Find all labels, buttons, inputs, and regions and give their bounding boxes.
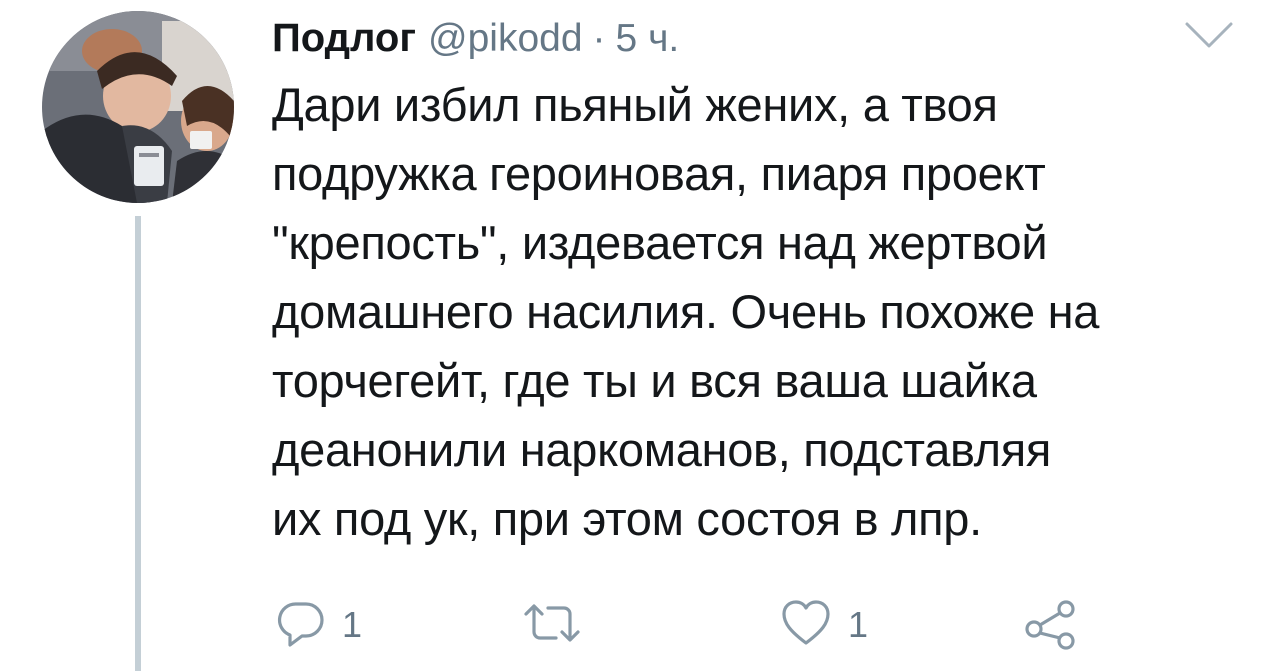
- heart-icon: [780, 598, 832, 653]
- share-button[interactable]: [1022, 590, 1078, 660]
- user-handle[interactable]: @pikodd: [428, 9, 583, 69]
- reply-button[interactable]: 1: [276, 590, 362, 660]
- tweet-header: Подлог @pikodd · 5 ч.: [272, 8, 679, 68]
- like-count: 1: [848, 604, 869, 645]
- reply-count: 1: [342, 604, 363, 645]
- separator-dot: ·: [592, 17, 606, 60]
- avatar[interactable]: [42, 11, 234, 203]
- retweet-icon: [522, 598, 582, 653]
- like-button[interactable]: 1: [780, 590, 868, 660]
- timestamp[interactable]: 5 ч.: [616, 9, 680, 69]
- tweet-actions: 1 1: [0, 590, 1280, 660]
- tweet-text: Дари избил пьяный жених, а твоя подружка…: [272, 78, 1100, 545]
- chevron-down-icon[interactable]: [1183, 18, 1235, 52]
- share-icon: [1022, 595, 1078, 656]
- tweet[interactable]: Подлог @pikodd · 5 ч. Дари избил пьяный …: [0, 0, 1280, 671]
- reply-icon: [276, 598, 326, 653]
- display-name[interactable]: Подлог: [272, 8, 416, 68]
- avatar-photo: [42, 11, 234, 203]
- retweet-button[interactable]: [522, 590, 598, 660]
